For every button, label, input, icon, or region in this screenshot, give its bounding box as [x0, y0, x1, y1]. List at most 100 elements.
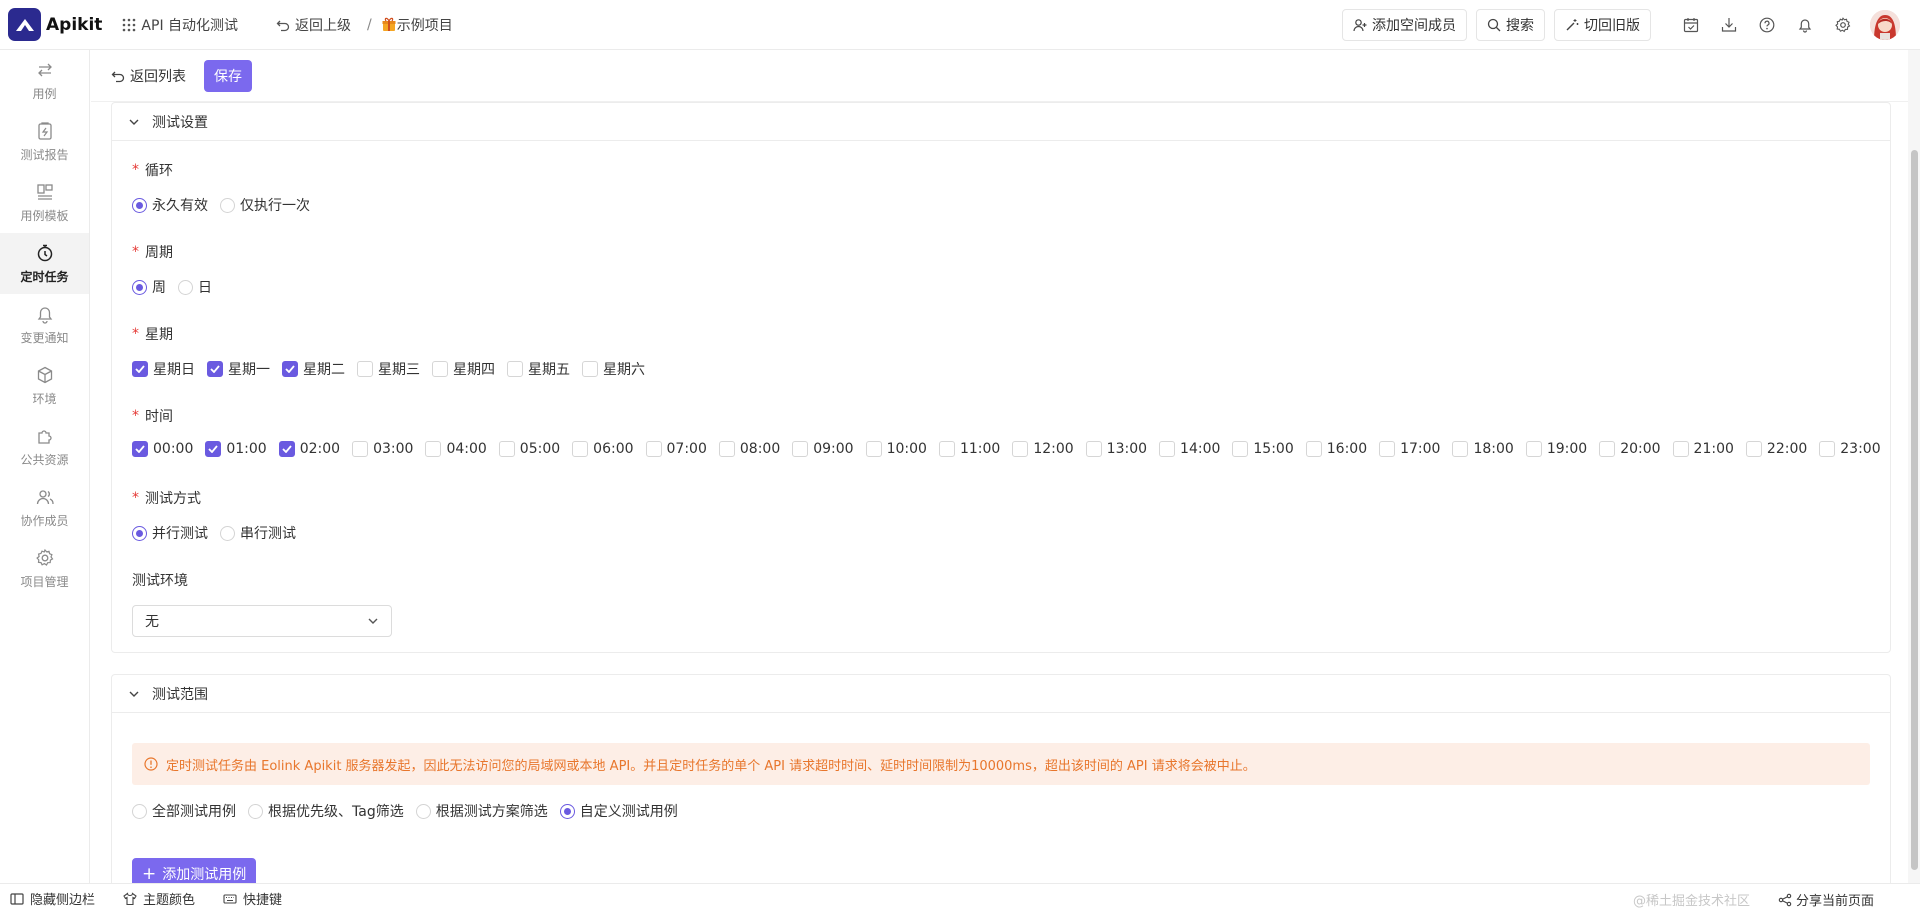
checkbox[interactable] — [645, 441, 662, 457]
old-version-button[interactable]: 切回旧版 — [1554, 8, 1651, 41]
back-upper-link[interactable]: 返回上级 — [276, 15, 351, 35]
checkbox[interactable] — [1599, 441, 1616, 457]
checkbox[interactable] — [938, 441, 955, 457]
radio-button[interactable] — [132, 525, 147, 541]
radio-button[interactable] — [178, 279, 193, 295]
time-option[interactable]: 03:00 — [352, 441, 413, 457]
checkbox[interactable] — [1305, 441, 1322, 457]
sidebar-item-members[interactable]: 协作成员 — [0, 477, 89, 538]
time-option[interactable]: 01:00 — [205, 441, 267, 457]
time-option[interactable]: 05:00 — [498, 441, 560, 457]
checkbox[interactable] — [718, 441, 735, 457]
radio-button[interactable] — [220, 197, 235, 213]
checkbox[interactable] — [1159, 441, 1176, 457]
time-option[interactable]: 15:00 — [1232, 441, 1294, 457]
search-button[interactable]: 搜索 — [1476, 8, 1545, 41]
time-option[interactable]: 02:00 — [278, 441, 340, 457]
scope-option[interactable]: 全部测试用例 — [132, 801, 236, 821]
mode-option[interactable]: 串行测试 — [220, 523, 296, 543]
time-option[interactable]: 20:00 — [1599, 441, 1661, 457]
checkbox[interactable] — [498, 441, 515, 457]
scope-option[interactable]: 自定义测试用例 — [559, 801, 678, 821]
time-option[interactable]: 13:00 — [1085, 441, 1147, 457]
env-select[interactable]: 无 — [132, 605, 392, 637]
radio-button[interactable] — [132, 803, 147, 819]
checkbox[interactable] — [207, 361, 223, 377]
checkbox[interactable] — [792, 441, 809, 457]
checkbox[interactable] — [132, 441, 148, 457]
scope-option[interactable]: 根据优先级、Tag筛选 — [248, 801, 404, 821]
checkbox[interactable] — [572, 441, 589, 457]
time-option[interactable]: 12:00 — [1012, 441, 1074, 457]
checkbox[interactable] — [282, 361, 298, 377]
radio-button[interactable] — [415, 803, 431, 819]
checkbox[interactable] — [1012, 441, 1029, 457]
settings-button[interactable] — [1824, 6, 1862, 44]
add-member-button[interactable]: 添加空间成员 — [1342, 8, 1467, 41]
project-breadcrumb[interactable]: 示例项目 — [382, 15, 453, 35]
share-page-button[interactable]: 分享当前页面 — [1778, 890, 1874, 909]
weekday-option[interactable]: 星期二 — [282, 359, 345, 379]
workspace-menu[interactable]: API 自动化测试 — [122, 15, 238, 35]
calendar-check-button[interactable] — [1672, 6, 1710, 44]
checkbox[interactable] — [425, 441, 442, 457]
checkbox[interactable] — [1819, 441, 1836, 457]
weekday-option[interactable]: 星期四 — [432, 359, 495, 379]
checkbox[interactable] — [432, 361, 448, 377]
checkbox[interactable] — [1232, 441, 1249, 457]
checkbox[interactable] — [1525, 441, 1542, 457]
mode-option[interactable]: 并行测试 — [132, 523, 208, 543]
radio-button[interactable] — [248, 803, 263, 819]
checkbox[interactable] — [1745, 441, 1762, 457]
weekday-option[interactable]: 星期六 — [582, 359, 645, 379]
download-button[interactable] — [1710, 6, 1748, 44]
time-option[interactable]: 16:00 — [1305, 441, 1367, 457]
sidebar-item-reports[interactable]: 测试报告 — [0, 111, 89, 172]
save-button[interactable]: 保存 — [204, 59, 252, 92]
time-option[interactable]: 17:00 — [1379, 441, 1440, 457]
weekday-option[interactable]: 星期五 — [507, 359, 570, 379]
add-test-case-button[interactable]: + 添加测试用例 — [132, 858, 257, 883]
checkbox[interactable] — [1672, 441, 1689, 457]
checkbox[interactable] — [507, 361, 523, 377]
period-option[interactable]: 日 — [178, 277, 212, 297]
time-option[interactable]: 18:00 — [1452, 441, 1514, 457]
weekday-option[interactable]: 星期三 — [357, 359, 420, 379]
checkbox[interactable] — [357, 361, 373, 377]
time-option[interactable]: 09:00 — [792, 441, 854, 457]
test-scope-header[interactable]: 测试范围 — [112, 675, 1890, 713]
scope-option[interactable]: 根据测试方案筛选 — [415, 801, 548, 821]
radio-button[interactable] — [132, 197, 147, 213]
weekday-option[interactable]: 星期一 — [207, 359, 270, 379]
test-settings-header[interactable]: 测试设置 — [112, 103, 1890, 141]
time-option[interactable]: 19:00 — [1525, 441, 1587, 457]
radio-button[interactable] — [559, 803, 575, 819]
time-option[interactable]: 06:00 — [572, 441, 634, 457]
sidebar-item-scheduled-tasks[interactable]: 定时任务 — [0, 233, 89, 294]
checkbox[interactable] — [278, 441, 295, 457]
sidebar-item-change-notify[interactable]: 变更通知 — [0, 294, 89, 355]
checkbox[interactable] — [1379, 441, 1396, 457]
loop-option[interactable]: 仅执行一次 — [220, 195, 310, 215]
loop-option[interactable]: 永久有效 — [132, 195, 208, 215]
time-option[interactable]: 11:00 — [938, 441, 1000, 457]
time-option[interactable]: 08:00 — [718, 441, 780, 457]
checkbox[interactable] — [1452, 441, 1469, 457]
back-to-list-button[interactable]: 返回列表 — [111, 66, 186, 86]
checkbox[interactable] — [132, 361, 148, 377]
user-avatar[interactable] — [1870, 9, 1900, 40]
notifications-button[interactable] — [1786, 6, 1824, 44]
sidebar-item-environment[interactable]: 环境 — [0, 355, 89, 416]
checkbox[interactable] — [865, 441, 882, 457]
scrollbar-thumb[interactable] — [1911, 150, 1918, 870]
checkbox[interactable] — [205, 441, 222, 457]
sidebar-item-templates[interactable]: 用例模板 — [0, 172, 89, 233]
time-option[interactable]: 07:00 — [645, 441, 707, 457]
time-option[interactable]: 14:00 — [1159, 441, 1220, 457]
help-button[interactable] — [1748, 6, 1786, 44]
time-option[interactable]: 22:00 — [1745, 441, 1807, 457]
checkbox[interactable] — [1085, 441, 1102, 457]
time-option[interactable]: 04:00 — [425, 441, 487, 457]
checkbox[interactable] — [352, 441, 369, 457]
theme-color-button[interactable]: 主题颜色 — [123, 889, 195, 908]
